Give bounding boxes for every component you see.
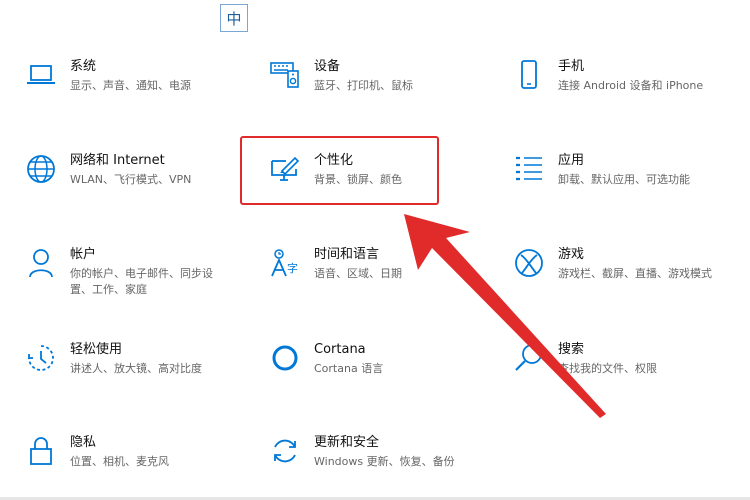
annotation-arrow xyxy=(404,214,606,418)
